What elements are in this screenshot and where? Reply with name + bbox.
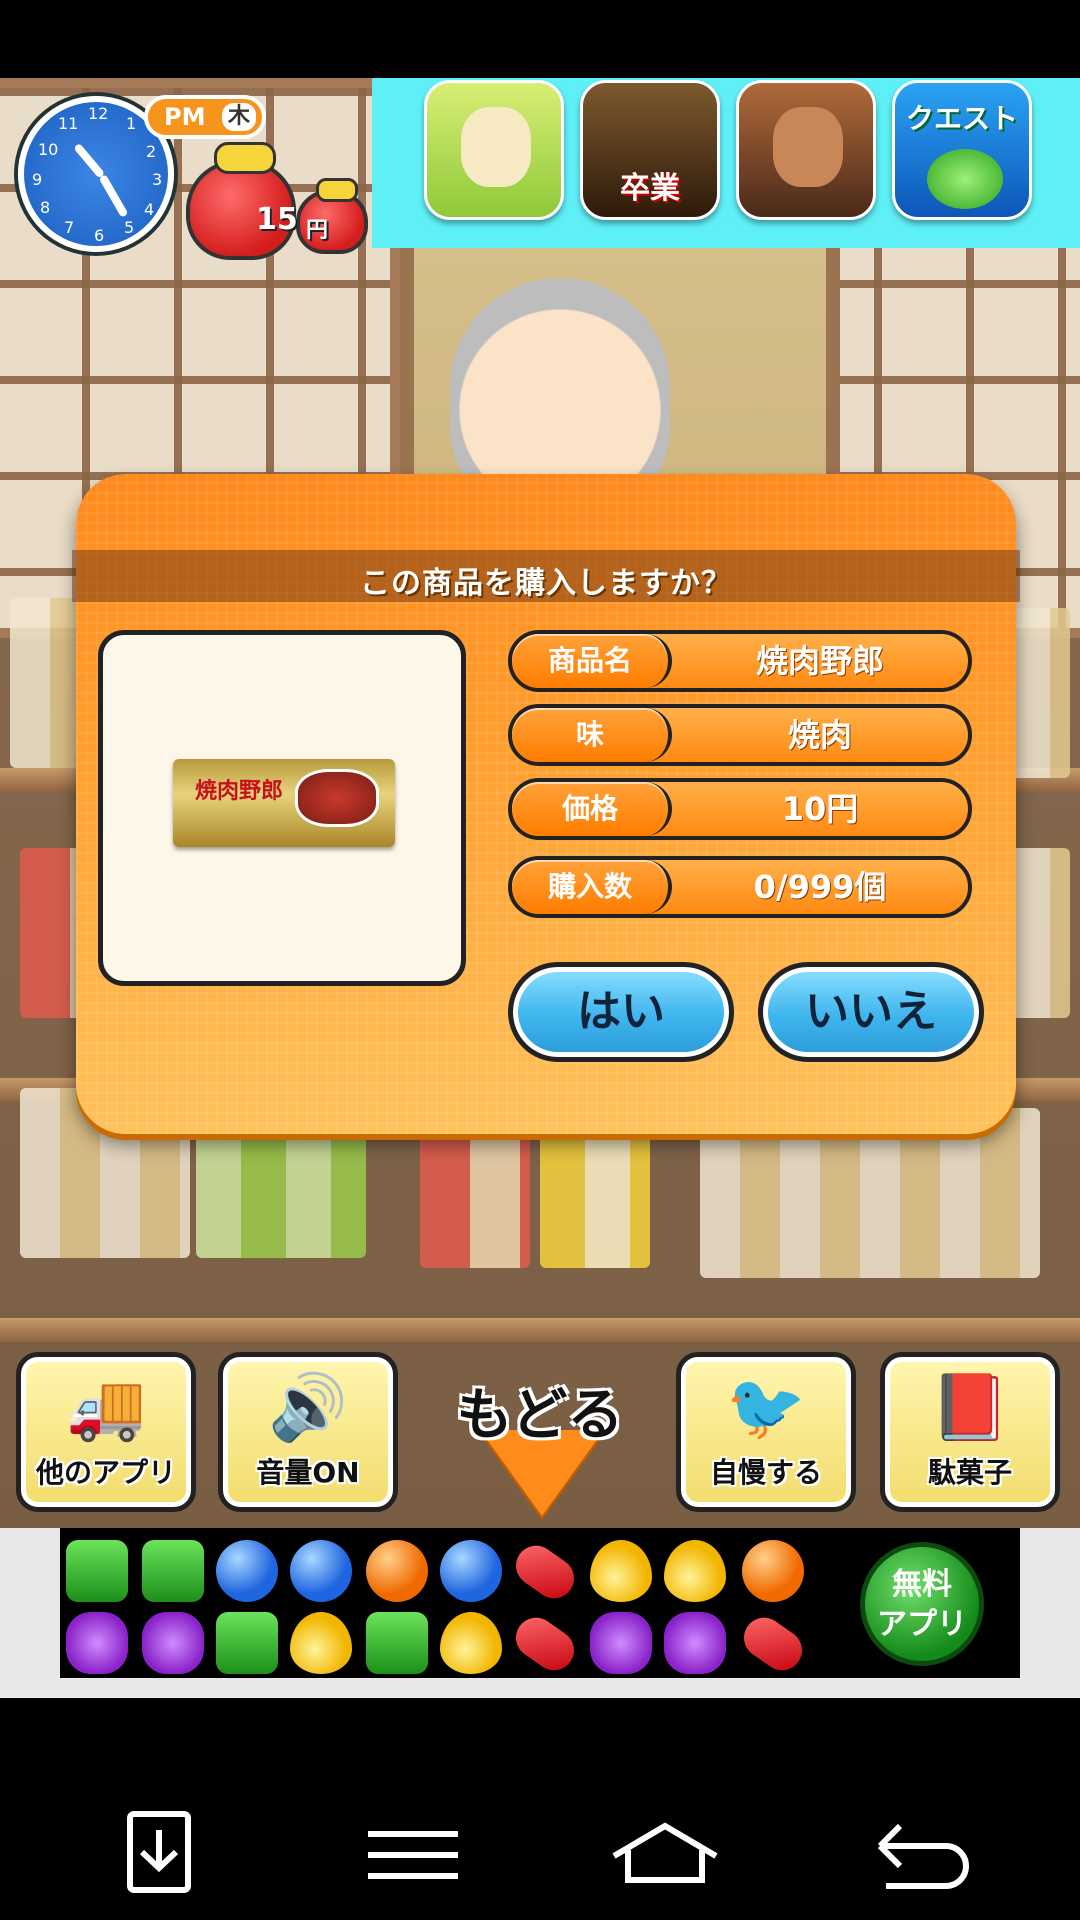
graduation-app-icon[interactable]: 卒業 — [580, 80, 720, 220]
share-twitter-button[interactable]: 🐦 自慢する — [676, 1352, 856, 1512]
speaker-icon: 🔊 — [268, 1371, 348, 1445]
clock-number: 4 — [144, 200, 155, 219]
product-image-frame: 焼肉野郎 — [98, 630, 466, 986]
system-nav-bar — [0, 1698, 1080, 1920]
warrior-app-icon[interactable] — [736, 80, 876, 220]
menu-icon[interactable] — [358, 1810, 468, 1900]
home-icon[interactable] — [610, 1810, 720, 1900]
giraffe-app-icon[interactable] — [424, 80, 564, 220]
puyo-blob — [927, 149, 1003, 209]
meat-picture — [295, 769, 379, 827]
weekday-label: 木 — [222, 103, 256, 131]
dialog-title: この商品を購入しますか？ — [360, 566, 732, 601]
money-amount: 15 — [256, 202, 298, 237]
shelf-bottom — [0, 1318, 1080, 1342]
clock-number: 5 — [124, 218, 135, 237]
candy-icon — [508, 1537, 582, 1607]
ampm-label: PM — [164, 103, 206, 131]
ad-banner-bottom-area: 無料 アプリ — [0, 1528, 1080, 1698]
info-row-product-name: 商品名 焼肉野郎 — [508, 630, 972, 692]
candy-icon — [366, 1612, 428, 1674]
back-button[interactable]: もどる — [430, 1360, 650, 1520]
menu-label: 駄菓子 — [927, 1456, 1012, 1489]
clock-number: 8 — [40, 198, 51, 217]
candy-icon — [290, 1540, 352, 1602]
candy-icon — [142, 1540, 204, 1602]
clock-number: 6 — [94, 226, 105, 245]
ad-app-text: クエスト — [905, 102, 1018, 135]
candy-icon — [142, 1612, 204, 1674]
info-key: 商品名 — [512, 634, 672, 688]
clock-minute-hand — [73, 142, 106, 179]
candy-icon — [290, 1612, 352, 1674]
product-package-label: 焼肉野郎 — [195, 779, 284, 804]
info-value: 10円 — [781, 790, 859, 828]
info-row-purchase-count: 購入数 0/999個 — [508, 856, 972, 918]
menu-label: 自慢する — [709, 1456, 822, 1489]
info-value: 0/999個 — [753, 868, 887, 906]
candy-icon — [440, 1612, 502, 1674]
info-key: 購入数 — [512, 860, 672, 914]
info-key: 価格 — [512, 782, 672, 836]
free-app-badge[interactable]: 無料 アプリ — [860, 1542, 984, 1666]
download-icon[interactable] — [104, 1810, 214, 1900]
candy-goods — [1010, 848, 1070, 1018]
clock-number: 7 — [64, 218, 75, 237]
candy-icon — [736, 1609, 810, 1679]
back-label: もどる — [456, 1383, 624, 1448]
clock-hour-hand — [98, 174, 129, 218]
sound-toggle-button[interactable]: 🔊 音量ON — [218, 1352, 398, 1512]
no-button[interactable]: いいえ — [758, 962, 984, 1062]
twitter-bird-icon: 🐦 — [726, 1371, 806, 1445]
candy-icon — [664, 1612, 726, 1674]
menu-label: 音量ON — [256, 1456, 360, 1489]
info-value: 焼肉 — [787, 716, 852, 754]
candy-icon — [216, 1612, 278, 1674]
info-value: 焼肉野郎 — [755, 642, 884, 680]
info-row-price: 価格 10円 — [508, 778, 972, 840]
money-unit: 円 — [306, 218, 329, 243]
candy-icon — [590, 1612, 652, 1674]
candy-icon — [440, 1540, 502, 1602]
clock-number: 9 — [32, 170, 43, 189]
candy-icon — [742, 1540, 804, 1602]
candy-icon — [664, 1540, 726, 1602]
warrior-face — [773, 107, 843, 187]
purchase-dialog: この商品を購入しますか？ 焼肉野郎 商品名 焼肉野郎 味 焼肉 価格 10円 購… — [72, 474, 1020, 1134]
book-icon: 📕 — [930, 1371, 1010, 1445]
ad-banner-top[interactable]: 卒業 クエスト — [372, 78, 1080, 248]
ampm-badge: PM 木 — [144, 95, 266, 139]
clock-number: 2 — [146, 142, 157, 161]
clock-number: 3 — [152, 170, 163, 189]
candy-icon — [590, 1540, 652, 1602]
menu-label: 他のアプリ — [35, 1456, 176, 1489]
dagashi-catalog-button[interactable]: 📕 駄菓子 — [880, 1352, 1060, 1512]
info-row-taste: 味 焼肉 — [508, 704, 972, 766]
candy-icon — [66, 1540, 128, 1602]
giraffe-face — [461, 107, 531, 187]
candy-goods — [1010, 608, 1070, 778]
candy-icon — [508, 1609, 582, 1679]
other-apps-button[interactable]: 🚚 他のアプリ — [16, 1352, 196, 1512]
clock-number: 1 — [126, 114, 137, 133]
ad-app-text: 卒業 — [620, 171, 680, 206]
clock-number: 10 — [38, 140, 59, 159]
candy-goods — [20, 848, 80, 1018]
puyo-quest-app-icon[interactable]: クエスト — [892, 80, 1032, 220]
product-package-image: 焼肉野郎 — [173, 759, 395, 847]
candy-icon — [366, 1540, 428, 1602]
candy-goods — [10, 598, 80, 768]
truck-icon: 🚚 — [66, 1371, 146, 1445]
back-icon[interactable] — [866, 1810, 976, 1900]
candy-icon — [216, 1540, 278, 1602]
clock-number: 12 — [88, 104, 109, 123]
clock-number: 11 — [58, 114, 79, 133]
yes-button[interactable]: はい — [508, 962, 734, 1062]
candy-icon — [66, 1612, 128, 1674]
info-key: 味 — [512, 708, 672, 762]
ad-banner-bottom[interactable]: 無料 アプリ — [60, 1528, 1020, 1679]
